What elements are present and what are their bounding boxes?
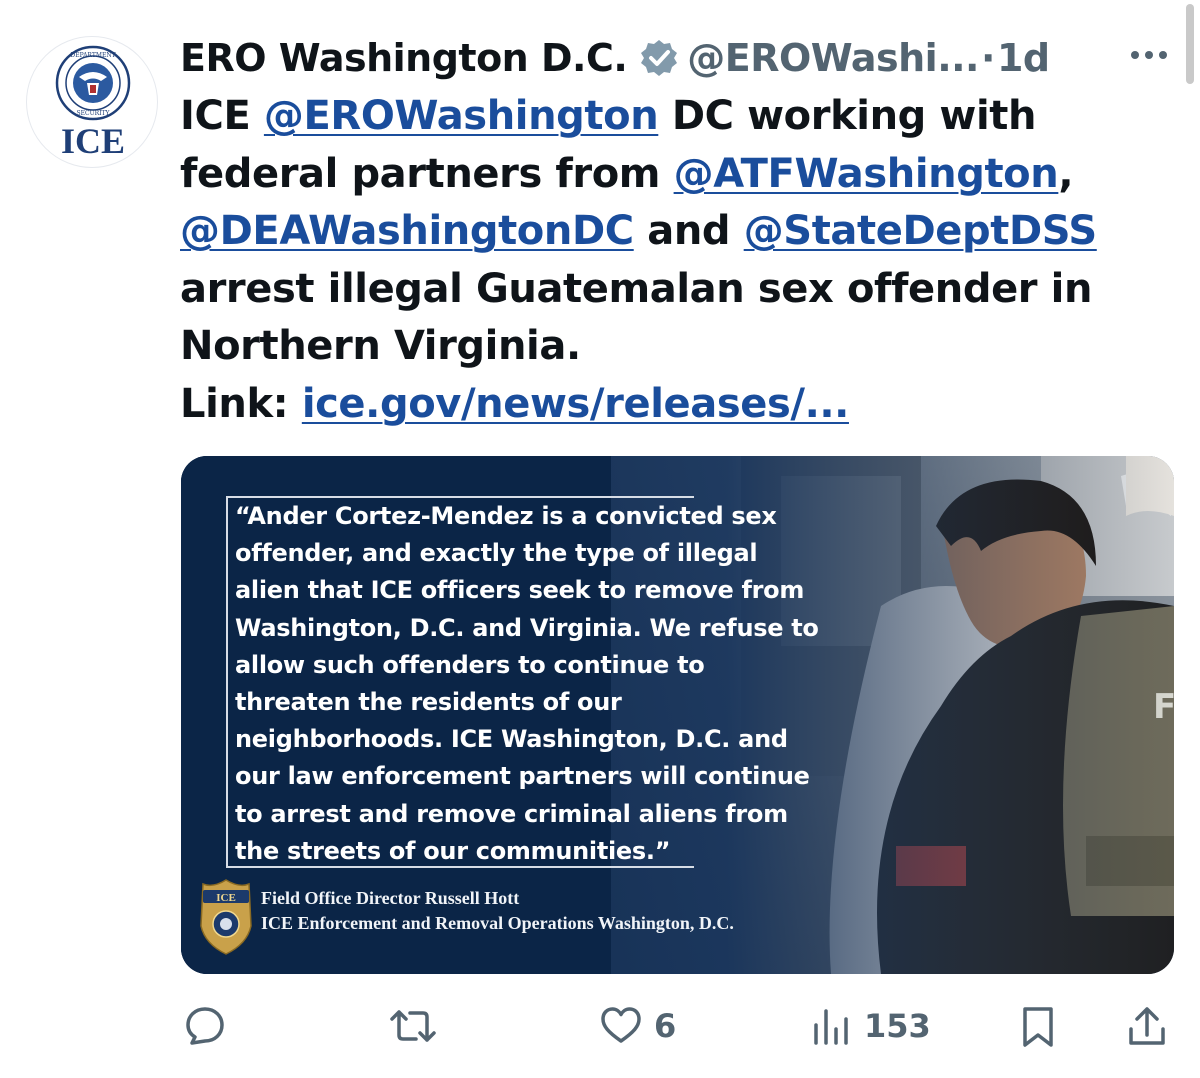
scrollbar[interactable] bbox=[1186, 4, 1194, 84]
link-label: Link: bbox=[180, 380, 302, 427]
attribution-org: ICE Enforcement and Removal Operations W… bbox=[261, 913, 734, 933]
release-link[interactable]: ice.gov/news/releases/... bbox=[302, 381, 850, 427]
like-count: 6 bbox=[654, 1007, 677, 1045]
quote-line: neighborhoods. ICE Washington, D.C. and bbox=[235, 725, 788, 754]
share-button[interactable] bbox=[1124, 996, 1170, 1056]
quote-line: our law enforcement partners will contin… bbox=[235, 762, 810, 791]
avatar[interactable]: DEPARTMENT SECURITY ICE bbox=[26, 36, 158, 168]
quote-line: allow such offenders to continue to bbox=[235, 650, 705, 679]
svg-text:DEPARTMENT: DEPARTMENT bbox=[70, 52, 115, 59]
attribution-name: Field Office Director Russell Hott bbox=[261, 888, 520, 908]
quote-line: offender, and exactly the type of illega… bbox=[235, 539, 758, 568]
display-name[interactable]: ERO Washington D.C. bbox=[180, 36, 628, 80]
avatar-text: ICE bbox=[61, 121, 125, 161]
tweet-text: ICE @EROWashington DC working with feder… bbox=[180, 88, 1140, 433]
svg-text:SECURITY: SECURITY bbox=[77, 110, 111, 117]
views-count: 153 bbox=[864, 1007, 931, 1045]
quote-line: alien that ICE officers seek to remove f… bbox=[235, 576, 805, 605]
heart-icon bbox=[601, 1007, 641, 1043]
badge-text: ICE bbox=[216, 892, 236, 904]
mention-atfwashington[interactable]: @ATFWashington bbox=[674, 151, 1059, 197]
bookmark-icon bbox=[1023, 1007, 1053, 1047]
quote-line: the streets of our communities.” bbox=[235, 836, 671, 865]
timestamp[interactable]: 1d bbox=[997, 36, 1050, 80]
tweet-header: ERO Washington D.C. @EROWashi... · 1d bbox=[180, 30, 1080, 86]
share-icon bbox=[1129, 1007, 1165, 1045]
attribution: Field Office Director Russell Hott ICE E… bbox=[261, 886, 734, 936]
views-button[interactable]: 153 bbox=[808, 996, 931, 1056]
quote-line: Washington, D.C. and Virginia. We refuse… bbox=[235, 613, 819, 642]
mention-erowashington[interactable]: @EROWashington bbox=[264, 93, 659, 139]
tweet-text-segment: and bbox=[633, 208, 744, 254]
tweet-media-image[interactable]: F “Ander Cortez-Mendez is a convicted se… bbox=[181, 456, 1174, 974]
handle[interactable]: @EROWashi... bbox=[687, 36, 979, 80]
mention-statedeptdss[interactable]: @StateDeptDSS bbox=[744, 208, 1097, 254]
like-button[interactable]: 6 bbox=[598, 996, 676, 1056]
tweet-text-segment: , bbox=[1058, 150, 1074, 197]
views-icon bbox=[814, 1009, 848, 1045]
tweet-text-segment: ICE bbox=[180, 93, 264, 139]
action-bar: 6 153 bbox=[0, 996, 1200, 1056]
tweet-text-segment: arrest illegal Guatemalan sex offender i… bbox=[180, 265, 1093, 370]
bookmark-button[interactable] bbox=[1017, 996, 1059, 1056]
quote-line: to arrest and remove criminal aliens fro… bbox=[235, 799, 788, 828]
reply-icon bbox=[186, 1007, 224, 1045]
more-options-icon[interactable] bbox=[1125, 40, 1173, 70]
reply-button[interactable] bbox=[182, 996, 228, 1056]
quote-line: threaten the residents of our bbox=[235, 688, 622, 717]
quote-text: “Ander Cortez-Mendez is a convicted sex … bbox=[235, 498, 819, 870]
quote-line: “Ander Cortez-Mendez is a convicted sex bbox=[235, 502, 777, 530]
retweet-icon bbox=[390, 1010, 436, 1042]
verified-badge-icon[interactable] bbox=[639, 38, 679, 78]
retweet-button[interactable] bbox=[386, 996, 440, 1056]
mention-deawashingtondc[interactable]: @DEAWashingtonDC bbox=[180, 208, 634, 254]
separator-dot: · bbox=[981, 36, 995, 80]
ice-badge-icon: ICE bbox=[200, 879, 252, 955]
dhs-seal-icon: DEPARTMENT SECURITY ICE bbox=[55, 45, 131, 161]
